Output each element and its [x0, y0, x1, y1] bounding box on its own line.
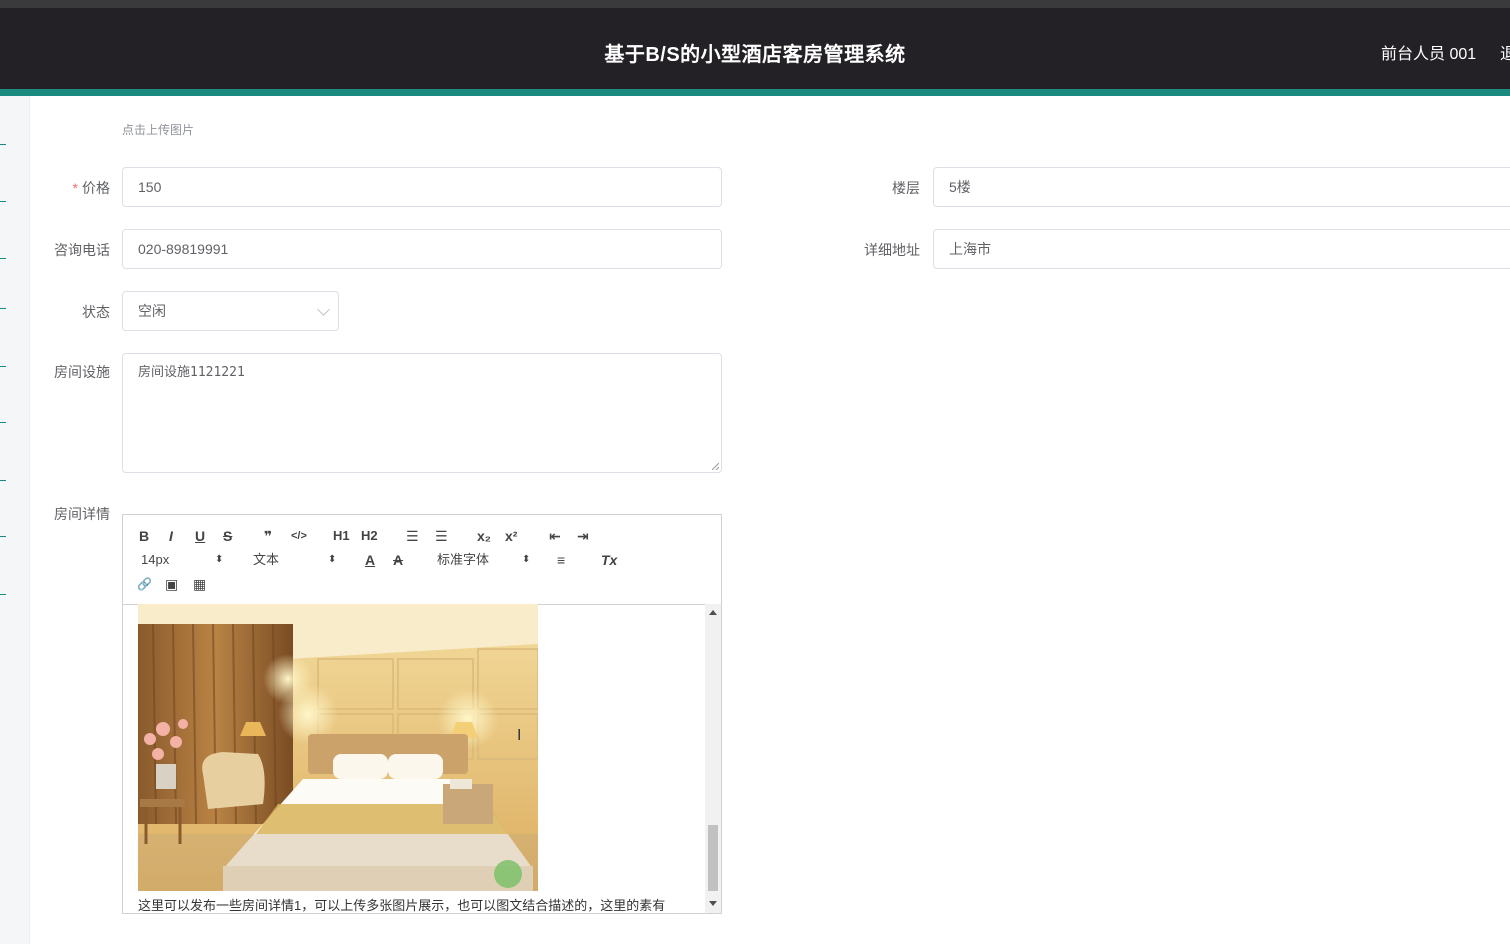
link-button[interactable]: 🔗	[137, 575, 152, 593]
italic-button[interactable]: I	[169, 527, 173, 545]
bold-button[interactable]: B	[139, 527, 149, 545]
phone-input[interactable]: 020-89819991	[122, 229, 722, 269]
heading1-button[interactable]: H1	[333, 527, 350, 545]
font-color-button[interactable]: A	[365, 551, 375, 569]
sidebar-marker	[0, 422, 6, 423]
sidebar-marker	[0, 308, 6, 309]
scroll-up-icon[interactable]	[709, 610, 717, 615]
upload-image-hint[interactable]: 点击上传图片	[122, 121, 194, 138]
blockquote-button[interactable]: ❞	[264, 527, 272, 545]
status-label: 状态	[82, 304, 110, 320]
app-title: 基于B/S的小型酒店客房管理系统	[604, 44, 906, 66]
sidebar-marker	[0, 201, 6, 202]
strike-button[interactable]: S	[223, 527, 232, 545]
heading2-button[interactable]: H2	[361, 527, 378, 545]
align-button[interactable]: ≡	[557, 551, 565, 569]
facilities-textarea[interactable]: 房间设施1121221	[122, 353, 722, 473]
floor-label: 楼层	[892, 180, 920, 196]
background-color-button[interactable]: A	[393, 551, 403, 569]
editor-toolbar: B I U S ❞ </> H1 H2 ☰ ☰ x₂ x² ⇤ ⇥ 14px ⬍…	[123, 515, 721, 605]
text-cursor-icon: I	[517, 727, 522, 744]
details-label: 房间详情	[54, 506, 110, 522]
required-mark: *	[72, 180, 78, 196]
bullet-list-button[interactable]: ☰	[435, 527, 448, 545]
sidebar-marker	[0, 536, 6, 537]
phone-label: 咨询电话	[54, 242, 110, 258]
price-input[interactable]: 150	[122, 167, 722, 207]
sidebar-marker	[0, 594, 6, 595]
room-photo	[138, 604, 538, 891]
header-accent-bar	[0, 89, 1510, 96]
font-family-picker[interactable]: 标准字体	[437, 551, 489, 569]
ordered-list-button[interactable]: ☰	[406, 527, 419, 545]
font-size-picker[interactable]: 14px	[141, 551, 169, 569]
editor-content[interactable]: 这里可以发布一些房间详情1，可以上传多张图片展示，也可以图文结合描述的，这里的素…	[123, 604, 721, 913]
image-button[interactable]: ▣	[165, 575, 178, 593]
logout-link[interactable]: 退	[1500, 40, 1510, 64]
rich-text-editor[interactable]: B I U S ❞ </> H1 H2 ☰ ☰ x₂ x² ⇤ ⇥ 14px ⬍…	[122, 514, 722, 914]
underline-button[interactable]: U	[195, 527, 205, 545]
sidebar-marker	[0, 480, 6, 481]
subscript-button[interactable]: x₂	[477, 527, 491, 545]
address-input[interactable]: 上海市	[933, 229, 1510, 269]
indent-button[interactable]: ⇥	[577, 527, 589, 545]
app-header: 基于B/S的小型酒店客房管理系统 前台人员 001 退	[0, 8, 1510, 89]
scroll-down-icon[interactable]	[709, 901, 717, 906]
header-picker[interactable]: 文本	[253, 551, 279, 569]
price-label: * 价格	[30, 178, 110, 198]
status-select-value: 空闲	[138, 303, 166, 319]
font-size-arrows-icon: ⬍	[215, 554, 224, 565]
clean-format-button[interactable]: Tx	[601, 551, 617, 569]
current-user[interactable]: 前台人员 001	[1381, 40, 1476, 64]
address-label: 详细地址	[864, 242, 920, 258]
font-arrows-icon: ⬍	[522, 554, 531, 565]
editor-scrollbar[interactable]	[705, 604, 721, 913]
outdent-button[interactable]: ⇤	[549, 527, 561, 545]
video-button[interactable]: ▦	[193, 575, 206, 593]
editor-content-text: 这里可以发布一些房间详情1，可以上传多张图片展示，也可以图文结合描述的，这里的素…	[138, 898, 666, 913]
header-arrows-icon: ⬍	[328, 554, 337, 565]
superscript-button[interactable]: x²	[505, 527, 517, 545]
code-block-button[interactable]: </>	[291, 527, 307, 545]
chevron-down-icon	[317, 303, 330, 316]
facilities-text: 房间设施1121221	[138, 365, 245, 380]
sidebar-marker	[0, 144, 6, 145]
sidebar-marker	[0, 258, 6, 259]
floor-input[interactable]: 5楼	[933, 167, 1510, 207]
facilities-label: 房间设施	[54, 364, 110, 380]
sidebar-marker	[0, 366, 6, 367]
price-label-text: 价格	[82, 180, 110, 196]
window-top-strip	[0, 0, 1510, 8]
resize-handle-icon[interactable]	[711, 462, 719, 470]
scrollbar-thumb[interactable]	[708, 825, 718, 891]
sidebar-collapsed	[0, 96, 30, 944]
status-select[interactable]: 空闲	[122, 291, 339, 331]
